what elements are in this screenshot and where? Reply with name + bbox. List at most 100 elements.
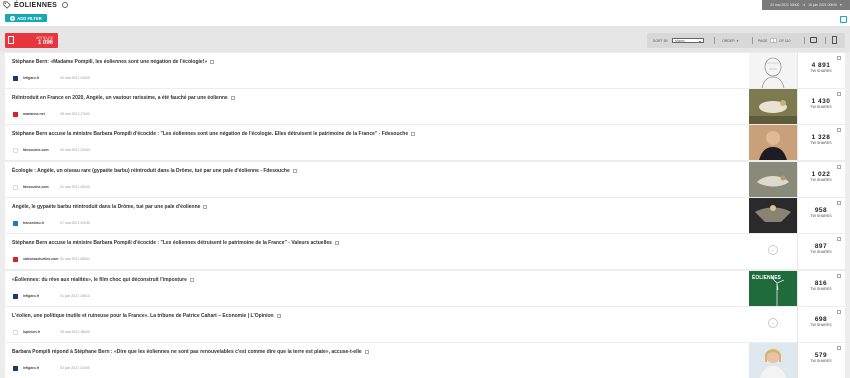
- plus-icon: +: [10, 15, 16, 21]
- article-row[interactable]: Réintroduit en France en 2020, Angèle, u…: [5, 89, 845, 124]
- sort-value: shares: [675, 38, 685, 43]
- article-thumbnail[interactable]: [749, 125, 797, 160]
- source-favicon-icon: [13, 148, 18, 153]
- article-thumbnail[interactable]: [749, 343, 797, 378]
- article-title-text: Stéphane Bern accuse la ministre Barbara…: [12, 131, 409, 137]
- article-thumbnail[interactable]: [749, 53, 797, 88]
- source-favicon-icon: [13, 112, 18, 117]
- divider: [797, 53, 798, 88]
- article-row[interactable]: Stéphane Bern accuse la ministre Barbara…: [5, 125, 845, 160]
- date-to: 16 juin 2021 00h00: [808, 3, 838, 7]
- svg-text:ÉOLIENNES: ÉOLIENNES: [752, 273, 782, 281]
- articles-count: 1 096: [37, 40, 53, 46]
- publish-date: 25 mai 2021 18h00: [60, 330, 90, 334]
- article-row[interactable]: L'éolien, une politique inutile et ruine…: [5, 307, 845, 342]
- source-name: fdesouche.com: [23, 148, 49, 152]
- publish-date: 31 mai 2021 20h20: [60, 185, 90, 189]
- external-link-icon[interactable]: [210, 59, 215, 64]
- source-name: lefigaro.fr: [23, 294, 40, 298]
- gear-icon[interactable]: [62, 2, 69, 8]
- shares-label: TW SHARES: [810, 105, 832, 109]
- article-row[interactable]: Barbara Pompili répond à Stéphane Bern :…: [5, 343, 845, 378]
- shares-count: 1 022: [811, 171, 831, 178]
- source-favicon-icon: [13, 366, 18, 371]
- select-checkbox[interactable]: [837, 128, 841, 132]
- shares-label: TW SHARES: [810, 359, 832, 363]
- date-range-picker[interactable]: 24 mai 2021 00h00 ➔ 16 juin 2021 00h00 ▾: [762, 0, 850, 10]
- article-row[interactable]: «Éoliennes: du rêve aux réalités», le fi…: [5, 271, 845, 306]
- top-bar: ÉOLIENNES 24 mai 2021 00h00 ➔ 16 juin 20…: [0, 0, 850, 26]
- article-title-text: L'éolien, une politique inutile et ruine…: [12, 313, 274, 319]
- shares-label: TW SHARES: [810, 214, 832, 218]
- publish-date: 28 mai 2021 17h02: [60, 112, 90, 116]
- divider: [797, 307, 798, 342]
- add-filter-button[interactable]: + ADD FILTER: [5, 14, 47, 22]
- source-name: lopinion.fr: [23, 330, 41, 334]
- article-title-text: Angèle, le gypaète barbu réintroduit dan…: [12, 204, 201, 210]
- shares-label: TW SHARES: [810, 69, 832, 73]
- article-title-text: Réintroduit en France en 2020, Angèle, u…: [12, 95, 228, 101]
- divider: [752, 37, 753, 44]
- article-row[interactable]: Angèle, le gypaète barbu réintroduit dan…: [5, 198, 845, 233]
- article-title[interactable]: «Éoliennes: du rêve aux réalités», le fi…: [12, 277, 194, 283]
- order-button[interactable]: ORDER ▾: [722, 33, 738, 48]
- select-checkbox[interactable]: [837, 346, 841, 350]
- external-link-icon[interactable]: [292, 168, 297, 173]
- article-title[interactable]: Réintroduit en France en 2020, Angèle, u…: [12, 95, 235, 101]
- article-thumbnail[interactable]: [749, 89, 797, 124]
- article-title[interactable]: L'éolien, une politique inutile et ruine…: [12, 313, 281, 319]
- article-title[interactable]: Barbara Pompili répond à Stéphane Bern :…: [12, 349, 369, 355]
- article-title-text: Stéphane Bern accuse la ministre Barbara…: [12, 240, 332, 246]
- export-icon[interactable]: [832, 36, 837, 44]
- publish-date: 01 juin 2021 18h14: [60, 294, 90, 298]
- select-checkbox[interactable]: [837, 201, 841, 205]
- select-checkbox[interactable]: [837, 165, 841, 169]
- external-link-icon[interactable]: [276, 313, 281, 318]
- divider: [804, 37, 805, 44]
- select-checkbox[interactable]: [837, 274, 841, 278]
- article-row[interactable]: Écologie : Angèle, un oiseau rare (gypaè…: [5, 162, 845, 197]
- placeholder-image-icon: ⌄: [768, 245, 778, 255]
- article-thumbnail[interactable]: ÉOLIENNES: [749, 271, 797, 306]
- divider: [797, 125, 798, 160]
- divider: [797, 89, 798, 124]
- article-title[interactable]: Écologie : Angèle, un oiseau rare (gypaè…: [12, 168, 297, 174]
- camera-icon[interactable]: [810, 37, 817, 43]
- article-thumbnail[interactable]: [749, 162, 797, 197]
- external-link-icon[interactable]: [364, 349, 369, 354]
- publish-date: 31 mai 2021 08h01: [60, 257, 90, 261]
- article-title[interactable]: Stéphane Bern: «Madame Pompili, les éoli…: [12, 59, 215, 65]
- select-checkbox[interactable]: [837, 92, 841, 96]
- external-link-icon[interactable]: [411, 131, 416, 136]
- select-checkbox[interactable]: [837, 237, 841, 241]
- external-link-icon[interactable]: [230, 95, 235, 100]
- divider: [797, 162, 798, 197]
- page-input[interactable]: 1: [770, 38, 777, 43]
- page-title: ÉOLIENNES: [14, 1, 58, 9]
- source-favicon-icon: [13, 76, 18, 81]
- page-of: OF 110: [779, 38, 791, 43]
- external-link-icon[interactable]: [334, 240, 339, 245]
- select-checkbox[interactable]: [837, 310, 841, 314]
- articles-count-box: ARTICLES 1 096: [5, 33, 58, 48]
- publish-date: 02 juin 2021 11h05: [60, 366, 90, 370]
- tag-icon: [3, 1, 11, 9]
- caret-down-icon: ▾: [736, 38, 739, 43]
- article-thumbnail[interactable]: [749, 198, 797, 233]
- article-row[interactable]: Stéphane Bern accuse la ministre Barbara…: [5, 234, 845, 269]
- external-link-icon[interactable]: [189, 277, 194, 282]
- chevron-down-icon: ▾: [698, 39, 701, 44]
- shares-label: TW SHARES: [810, 141, 832, 145]
- sort-select[interactable]: shares ▾: [672, 38, 704, 44]
- shares-count: 4 891: [811, 62, 831, 69]
- external-link-icon[interactable]: [203, 204, 208, 209]
- article-title[interactable]: Stéphane Bern accuse la ministre Barbara…: [12, 131, 416, 137]
- publish-date: 30 mai 2021 20h00: [60, 76, 90, 80]
- article-title[interactable]: Stéphane Bern accuse la ministre Barbara…: [12, 240, 339, 246]
- select-checkbox[interactable]: [837, 56, 841, 60]
- shares-count: 816: [814, 280, 828, 287]
- article-row[interactable]: Stéphane Bern: «Madame Pompili, les éoli…: [5, 53, 845, 88]
- shares-count: 698: [814, 316, 828, 323]
- article-title[interactable]: Angèle, le gypaète barbu réintroduit dan…: [12, 204, 208, 210]
- save-icon[interactable]: [840, 16, 847, 23]
